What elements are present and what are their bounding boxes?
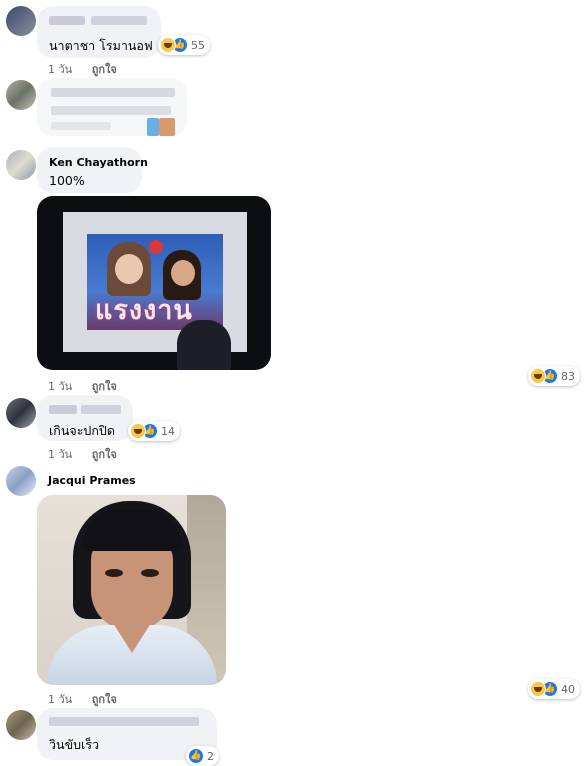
- timestamp[interactable]: 1 วัน: [48, 63, 72, 76]
- comment-bubble: นาตาชา โรมานอฟ: [37, 6, 161, 58]
- reaction-summary[interactable]: 👍 14: [128, 421, 180, 441]
- red-flower-icon: [149, 240, 163, 254]
- reaction-count: 83: [561, 369, 575, 383]
- eye: [105, 569, 123, 577]
- avatar[interactable]: [6, 80, 36, 110]
- bangs: [83, 509, 181, 551]
- reaction-summary[interactable]: 👍 83: [528, 366, 580, 386]
- avatar[interactable]: [6, 466, 36, 496]
- haha-reaction-icon: [530, 681, 546, 697]
- like-link[interactable]: ถูกใจ: [92, 693, 117, 706]
- comment-meta: 1 วัน ถูกใจ: [48, 377, 133, 395]
- like-reaction-icon: 👍: [188, 748, 204, 764]
- image-title-text: แรงงาน: [95, 295, 193, 326]
- reaction-count: 14: [161, 424, 175, 438]
- timestamp[interactable]: 1 วัน: [48, 380, 72, 393]
- comment-bubble: เกินจะปกปิด: [37, 395, 133, 441]
- figure: [115, 254, 143, 284]
- reaction-count: 55: [191, 38, 205, 52]
- reaction-summary[interactable]: 👍 55: [158, 35, 210, 55]
- blurred-author-name[interactable]: [49, 717, 199, 726]
- comment-text: วินขับเร็ว: [49, 737, 100, 752]
- timestamp[interactable]: 1 วัน: [48, 693, 72, 706]
- eye: [141, 569, 159, 577]
- blurred-author-name[interactable]: [91, 16, 147, 25]
- comment-text: นาตาชา โรมานอฟ: [49, 38, 153, 53]
- blurred-reaction: [159, 118, 175, 136]
- comment-image[interactable]: [37, 495, 226, 685]
- blurred-author-name[interactable]: [49, 405, 77, 414]
- comment-bubble: Ken Chayathorn 100%: [37, 147, 148, 193]
- comment-author[interactable]: Ken Chayathorn: [49, 156, 148, 169]
- comment-meta: 1 วัน ถูกใจ: [48, 445, 133, 463]
- comment-text: เกินจะปกปิด: [49, 423, 115, 438]
- comment-text: 100%: [49, 173, 85, 188]
- blurred-comment-text: [51, 122, 111, 130]
- timestamp[interactable]: 1 วัน: [48, 448, 72, 461]
- face: [91, 539, 173, 631]
- reaction-summary[interactable]: 👍 40: [528, 679, 580, 699]
- blurred-author-name[interactable]: [49, 16, 85, 25]
- figure: [171, 260, 195, 286]
- like-link[interactable]: ถูกใจ: [92, 63, 117, 76]
- comment-meta: 1 วัน ถูกใจ: [48, 60, 133, 78]
- like-link[interactable]: ถูกใจ: [92, 448, 117, 461]
- avatar[interactable]: [6, 710, 36, 740]
- comment-meta: 1 วัน ถูกใจ: [48, 690, 133, 708]
- presenter-silhouette: [177, 320, 231, 370]
- reaction-summary[interactable]: 👍 2: [186, 746, 219, 766]
- blurred-author-name[interactable]: [81, 405, 121, 414]
- haha-reaction-icon: [530, 368, 546, 384]
- blurred-reaction: [147, 118, 159, 136]
- reaction-count: 40: [561, 682, 575, 696]
- comment-image[interactable]: แรงงาน: [37, 196, 271, 370]
- comment-author[interactable]: Jacqui Prames: [48, 474, 136, 487]
- blurred-comment-text: [51, 106, 171, 115]
- avatar[interactable]: [6, 398, 36, 428]
- haha-reaction-icon: [160, 37, 176, 53]
- blurred-author-name: [51, 88, 175, 97]
- avatar[interactable]: [6, 6, 36, 36]
- reaction-count: 2: [207, 749, 214, 763]
- avatar[interactable]: [6, 150, 36, 180]
- like-link[interactable]: ถูกใจ: [92, 380, 117, 393]
- haha-reaction-icon: [130, 423, 146, 439]
